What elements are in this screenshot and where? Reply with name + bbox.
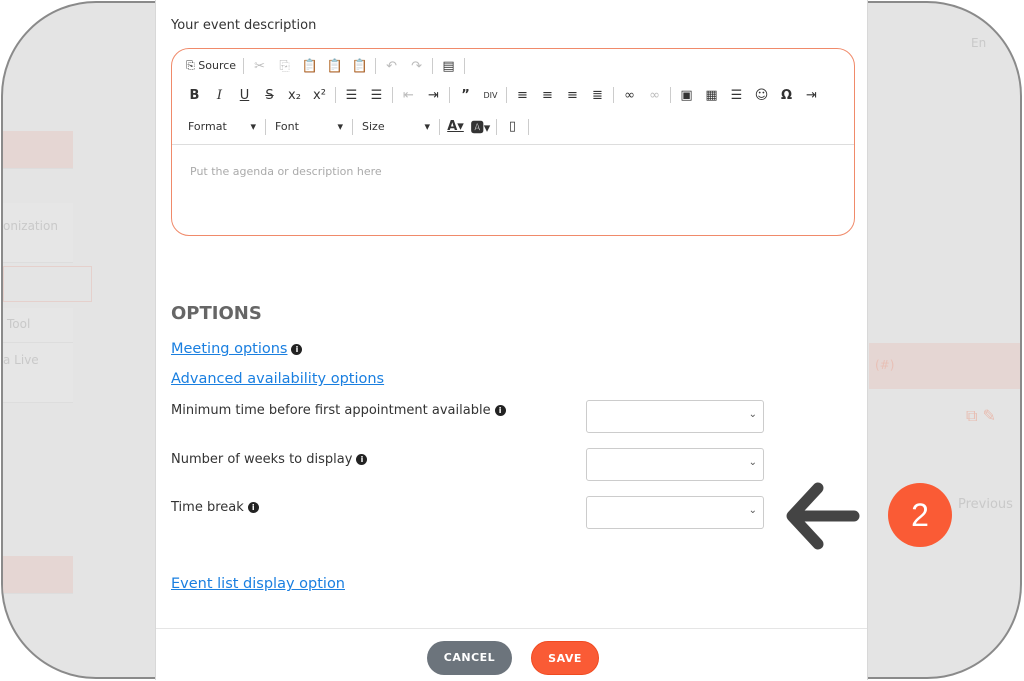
save-button[interactable]: SAVE: [531, 641, 599, 675]
special-char-icon[interactable]: Ω: [774, 88, 799, 103]
paste-icon[interactable]: 📋: [297, 59, 322, 74]
undo-icon[interactable]: ↶: [379, 59, 404, 74]
editor-content-area[interactable]: Put the agenda or description here: [172, 144, 854, 235]
image-icon[interactable]: ▣: [674, 88, 699, 103]
bulleted-list-icon[interactable]: ☰: [364, 88, 389, 103]
justify-icon[interactable]: ≣: [585, 88, 610, 103]
italic-icon[interactable]: I: [207, 88, 232, 103]
table-icon[interactable]: ▦: [699, 88, 724, 103]
bg-sidebar-active: [3, 556, 73, 594]
info-icon: i: [494, 405, 506, 416]
strike-icon[interactable]: S: [257, 88, 282, 103]
info-icon: i: [291, 344, 303, 355]
min-time-label: Minimum time before first appointment av…: [171, 403, 506, 418]
bg-table-header: (#): [869, 343, 1020, 389]
bg-sidebar-item: a Live: [3, 343, 73, 403]
rich-text-editor: ⎘ Source ✂ ⎘ 📋 📋 📋 ↶ ↷ ▤ B I U Sx₂ x² ☰ ☰ ⇤ ⇥ ” DIV …: [171, 48, 855, 236]
horizontal-line-icon[interactable]: ☰: [724, 88, 749, 103]
event-modal: Your event description ⎘ Source ✂ ⎘ 📋 📋 📋 ↶ ↷…: [155, 0, 868, 680]
caret-down-icon: ▾: [337, 120, 343, 133]
advanced-availability-link[interactable]: Advanced availability options: [171, 371, 384, 387]
weeks-select[interactable]: ⌄: [586, 448, 764, 481]
cancel-button[interactable]: CANCEL: [427, 641, 512, 675]
format-dropdown[interactable]: Format ▾: [182, 120, 262, 133]
redo-icon[interactable]: ↷: [404, 59, 429, 74]
div-icon[interactable]: DIV: [478, 91, 503, 100]
underline-icon[interactable]: U: [232, 88, 257, 103]
indent-icon[interactable]: ⇥: [421, 88, 446, 103]
bg-sidebar-item: onization: [3, 203, 73, 263]
chevron-down-icon: ⌄: [748, 457, 757, 468]
unlink-icon[interactable]: ∞: [642, 88, 667, 103]
meeting-options-link[interactable]: Meeting options i: [171, 341, 303, 357]
info-icon: i: [247, 502, 259, 513]
description-label: Your event description: [171, 18, 317, 33]
bg-sidebar-item: Tool: [3, 308, 73, 343]
outdent-icon[interactable]: ⇤: [396, 88, 421, 103]
info-icon: i: [356, 454, 368, 465]
step-badge: 2: [888, 483, 952, 547]
bold-icon[interactable]: B: [182, 88, 207, 103]
templates-icon[interactable]: ▤: [436, 59, 461, 74]
caret-down-icon: ▾: [250, 120, 256, 133]
arrow-left-icon: [786, 482, 860, 550]
smiley-icon[interactable]: ☺: [749, 88, 774, 103]
paste-text-icon[interactable]: 📋: [322, 59, 347, 74]
align-right-icon[interactable]: ≡: [560, 88, 585, 103]
min-time-select[interactable]: ⌄: [586, 400, 764, 433]
source-button[interactable]: ⎘ Source: [182, 59, 240, 73]
size-dropdown[interactable]: Size ▾: [356, 120, 436, 133]
time-break-select[interactable]: ⌄: [586, 496, 764, 529]
chevron-down-icon: ⌄: [748, 409, 757, 420]
copy-icon[interactable]: ⎘: [272, 59, 297, 74]
blockquote-icon[interactable]: ”: [453, 88, 478, 103]
cut-icon[interactable]: ✂: [247, 59, 272, 74]
bg-sidebar-active: [3, 131, 73, 169]
link-icon[interactable]: ∞: [617, 88, 642, 103]
chevron-down-icon: ⌄: [748, 505, 757, 516]
weeks-label: Number of weeks to display i: [171, 452, 368, 467]
options-heading: OPTIONS: [171, 303, 262, 324]
align-center-icon[interactable]: ≡: [535, 88, 560, 103]
text-color-icon[interactable]: A▾: [443, 119, 468, 134]
superscript-icon[interactable]: x²: [307, 88, 332, 103]
maximize-icon[interactable]: ▯: [500, 119, 525, 134]
time-break-label: Time break i: [171, 500, 259, 515]
subscript-icon[interactable]: x₂: [282, 88, 307, 103]
modal-footer: [156, 628, 867, 629]
numbered-list-icon[interactable]: ☰: [339, 88, 364, 103]
paste-word-icon[interactable]: 📋: [347, 59, 372, 74]
align-left-icon[interactable]: ≡: [510, 88, 535, 103]
bg-sidebar-box: [3, 266, 92, 302]
page-break-icon[interactable]: ⇥: [799, 88, 824, 103]
bg-color-icon[interactable]: 🅰▾: [468, 117, 493, 136]
bg-copy-icon: ⧉ ✎: [966, 406, 996, 425]
font-dropdown[interactable]: Font ▾: [269, 120, 349, 133]
event-list-display-link[interactable]: Event list display option: [171, 576, 345, 592]
caret-down-icon: ▾: [424, 120, 430, 133]
